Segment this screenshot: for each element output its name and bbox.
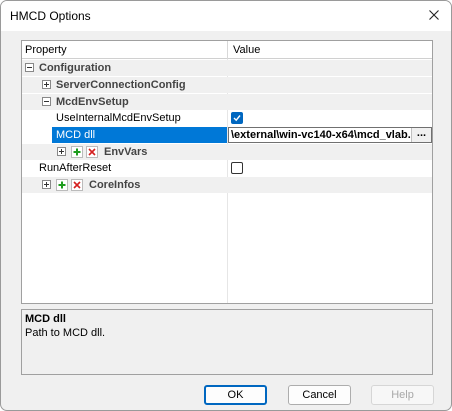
description-text: Path to MCD dll. [25,327,106,339]
property-column-header[interactable]: Property [25,44,67,56]
property-name-selected: MCD dll [52,127,227,143]
browse-button[interactable]: ... [411,128,431,142]
category-row-configuration[interactable]: Configuration [22,60,432,76]
property-name: RunAfterReset [39,162,112,174]
help-button[interactable]: Help [371,385,434,405]
column-divider[interactable] [227,41,228,59]
ok-button[interactable]: OK [204,385,267,405]
property-row-run-after-reset[interactable]: RunAfterReset [22,160,432,176]
category-row-server-connection-config[interactable]: ServerConnectionConfig [22,77,432,93]
expand-icon[interactable] [42,180,51,189]
property-row-use-internal-mcd-env-setup[interactable]: UseInternalMcdEnvSetup [22,110,432,126]
value-column-header[interactable]: Value [233,44,260,56]
property-grid[interactable]: Property Value Configuration ServerConne… [21,40,433,304]
remove-icon[interactable] [71,179,83,191]
window-title: HMCD Options [10,9,91,23]
category-label: Configuration [39,62,112,74]
mcd-dll-path-value: \external\win-vc140-x64\mcd_vlab.dll [231,129,424,141]
property-value [228,110,432,126]
description-title: MCD dll [25,313,66,325]
use-internal-checkbox[interactable] [231,112,243,124]
mcd-dll-path-input[interactable]: \external\win-vc140-x64\mcd_vlab.dll ... [228,127,432,143]
close-icon [429,10,439,20]
add-icon[interactable] [71,146,83,158]
title-bar: HMCD Options [1,1,451,31]
collapse-icon[interactable] [42,97,51,106]
grid-header: Property Value [22,41,432,59]
category-label: EnvVars [104,146,148,158]
expand-icon[interactable] [57,147,66,156]
add-icon[interactable] [56,179,68,191]
category-label: McdEnvSetup [56,96,129,108]
category-row-env-vars[interactable]: EnvVars [22,144,432,160]
description-panel: MCD dll Path to MCD dll. [21,309,433,375]
category-label: CoreInfos [89,179,141,191]
property-name: UseInternalMcdEnvSetup [56,112,181,124]
category-label: ServerConnectionConfig [56,79,186,91]
cancel-button[interactable]: Cancel [288,385,351,405]
collapse-icon[interactable] [25,63,34,72]
property-value [228,160,432,176]
close-button[interactable] [421,4,447,26]
property-row-mcd-dll[interactable]: MCD dll \external\win-vc140-x64\mcd_vlab… [22,127,432,143]
run-after-reset-checkbox[interactable] [231,162,243,174]
category-row-mcd-env-setup[interactable]: McdEnvSetup [22,94,432,110]
category-row-core-infos[interactable]: CoreInfos [22,177,432,193]
remove-icon[interactable] [86,146,98,158]
expand-icon[interactable] [42,80,51,89]
options-dialog: HMCD Options Property Value Configuratio… [0,0,452,411]
